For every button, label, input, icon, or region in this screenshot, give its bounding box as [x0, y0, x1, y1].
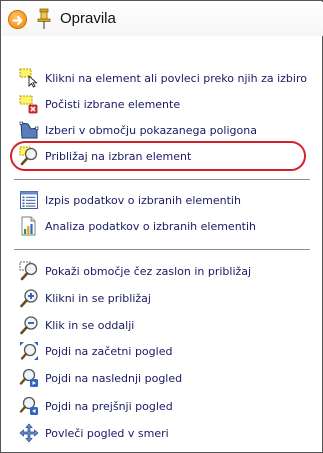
- zoom-out-icon: [19, 315, 39, 335]
- item-label: Klik in se oddalji: [45, 318, 135, 332]
- list-report-item[interactable]: Izpis podatkov o izbranih elementih: [19, 188, 314, 212]
- previous-view-item[interactable]: Pojdi na prejšnji pogled: [19, 394, 314, 418]
- zoom-in-icon: [19, 288, 39, 308]
- item-label: Povleči pogled v smeri: [45, 426, 169, 440]
- pan-icon: [19, 423, 39, 443]
- zoom-out-item[interactable]: Klik in se oddalji: [19, 313, 314, 337]
- panel-header: Opravila: [2, 2, 323, 36]
- clear-selection-icon: [19, 94, 39, 114]
- previous-view-icon: [19, 396, 39, 416]
- separator: [14, 179, 310, 180]
- next-view-item[interactable]: Pojdi na naslednji pogled: [19, 366, 314, 390]
- orange-circle-arrow-icon[interactable]: [8, 10, 27, 29]
- clear-selection-item[interactable]: Počisti izbrane elemente: [19, 92, 314, 116]
- item-label: Počisti izbrane elemente: [45, 97, 181, 111]
- highlight-outline: [10, 141, 306, 171]
- tasks-panel: Opravila Klikni na element ali povleci p…: [0, 0, 323, 453]
- zoom-in-item[interactable]: Klikni in se približaj: [19, 286, 314, 310]
- select-by-click-item[interactable]: Klikni na element ali povleci preko njih…: [19, 66, 314, 90]
- zoom-full-extent-icon: [19, 341, 39, 361]
- item-label: Klikni na element ali povleci preko njih…: [45, 71, 307, 85]
- item-label: Izpis podatkov o izbranih elementih: [45, 193, 241, 207]
- item-label: Analiza podatkov o izbranih elementih: [45, 219, 257, 233]
- list-report-icon: [19, 190, 39, 210]
- zoom-area-item[interactable]: Pokaži območje čez zaslon in približaj: [19, 259, 314, 283]
- panel-title: Opravila: [60, 10, 116, 27]
- item-label: Pojdi na prejšnji pogled: [45, 399, 173, 413]
- chart-analysis-item[interactable]: Analiza podatkov o izbranih elementih: [19, 214, 314, 238]
- zoom-full-extent-item[interactable]: Pojdi na začetni pogled: [19, 339, 314, 363]
- item-label: Izberi v območju pokazanega poligona: [45, 123, 257, 137]
- next-view-icon: [19, 368, 39, 388]
- item-label: Pokaži območje čez zaslon in približaj: [45, 264, 252, 278]
- zoom-area-icon: [19, 261, 39, 281]
- separator: [14, 249, 310, 250]
- chart-analysis-icon: [19, 216, 39, 236]
- pin-icon[interactable]: [36, 8, 52, 30]
- item-label: Pojdi na začetni pogled: [45, 344, 173, 358]
- select-by-polygon-item[interactable]: Izberi v območju pokazanega poligona: [19, 118, 314, 142]
- select-by-click-icon: [19, 68, 39, 88]
- item-label: Klikni in se približaj: [45, 291, 151, 305]
- item-label: Pojdi na naslednji pogled: [45, 371, 183, 385]
- pan-item[interactable]: Povleči pogled v smeri: [19, 421, 314, 445]
- select-by-polygon-icon: [19, 120, 39, 140]
